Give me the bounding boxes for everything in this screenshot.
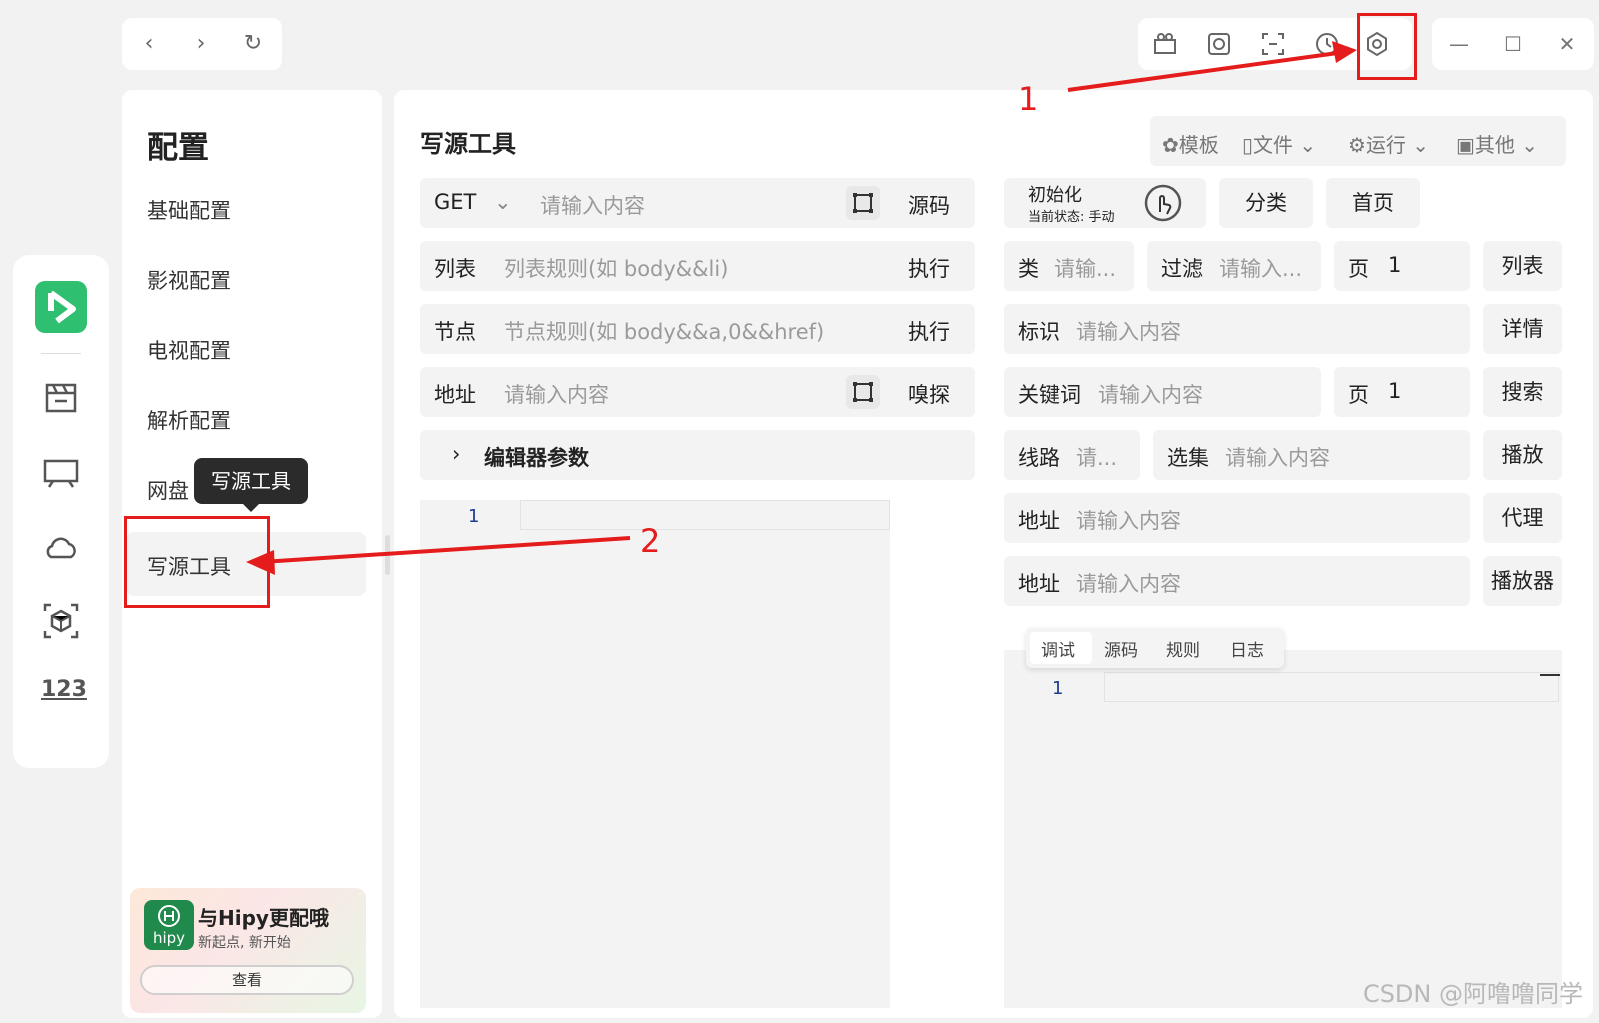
- annotation-arrows: [246, 41, 1357, 575]
- arrow-1-head: [1332, 41, 1357, 63]
- watermark: CSDN @阿噜噜同学: [1362, 980, 1583, 1008]
- arrow-1-line: [1067, 50, 1346, 92]
- annotation-number-2: 2: [640, 522, 661, 560]
- arrow-2-line: [261, 536, 631, 564]
- annotation-number-1: 1: [1018, 80, 1039, 118]
- arrow-2-head: [246, 550, 275, 575]
